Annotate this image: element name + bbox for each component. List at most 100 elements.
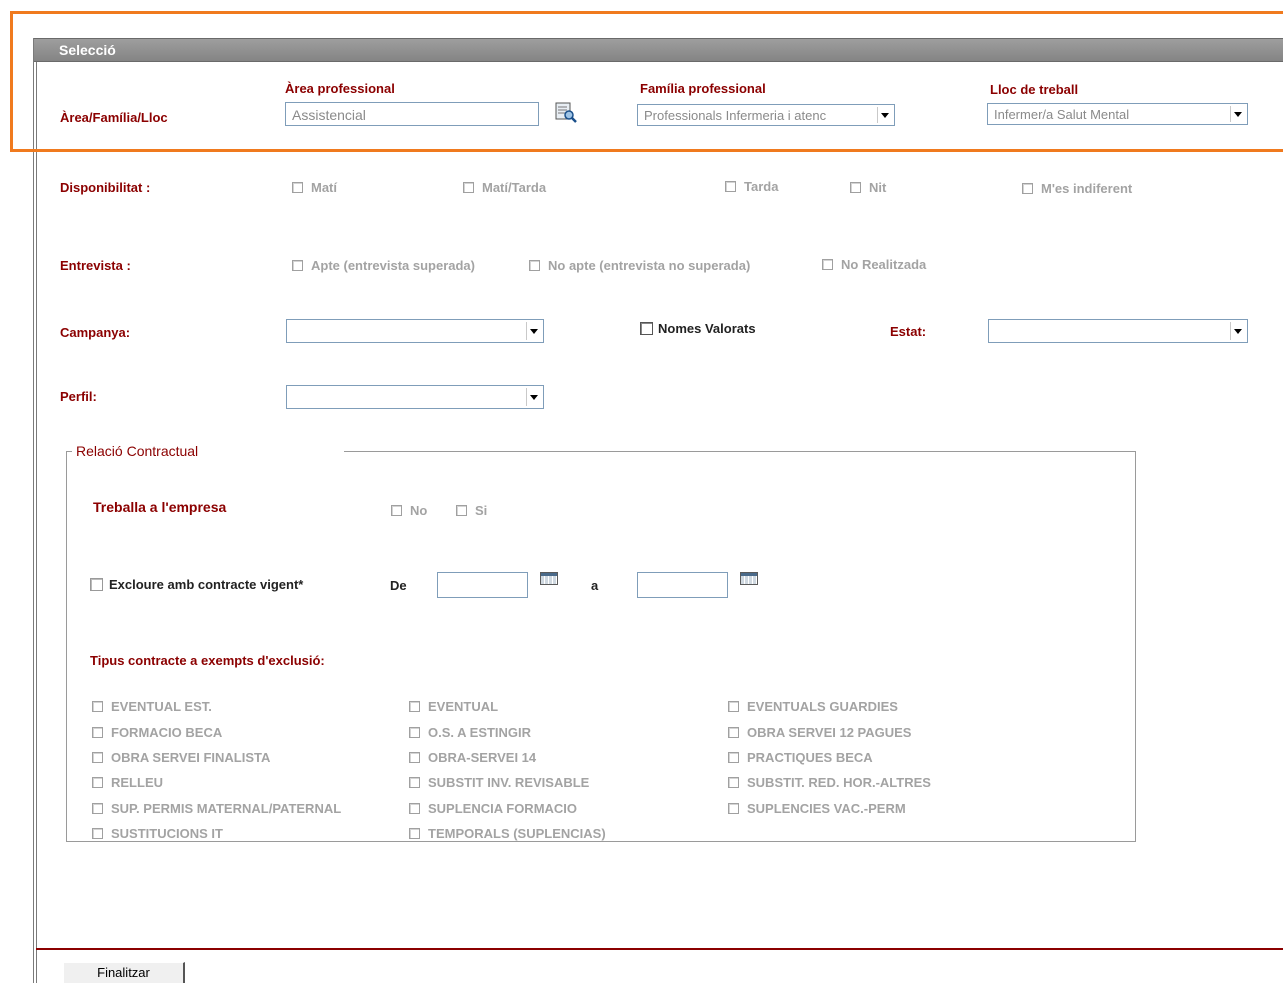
checkbox-icon[interactable] xyxy=(725,181,736,192)
campanya-select[interactable] xyxy=(286,319,544,343)
checkbox-icon[interactable] xyxy=(409,802,420,814)
highlight-box xyxy=(10,11,1283,152)
checkbox-icon[interactable] xyxy=(850,182,861,193)
calendar-icon[interactable] xyxy=(740,572,758,585)
tipus-checkbox[interactable]: SUP. PERMIS MATERNAL/PATERNAL xyxy=(92,796,341,821)
frame-border xyxy=(36,38,37,983)
campanya-label: Campanya: xyxy=(60,325,131,340)
chevron-down-icon[interactable] xyxy=(526,322,541,340)
treballa-no-checkbox[interactable]: No xyxy=(391,503,427,518)
checkbox-label: OBRA SERVEI 12 PAGUES xyxy=(747,724,912,740)
checkbox-label: EVENTUALS GUARDIES xyxy=(747,699,898,715)
tipus-checkbox[interactable]: OBRA SERVEI FINALISTA xyxy=(92,745,341,770)
checkbox-label: SUSTITUCIONS IT xyxy=(111,826,223,842)
tipus-checkbox[interactable]: PRACTIQUES BECA xyxy=(728,745,931,770)
tipus-col-2: EVENTUAL O.S. A ESTINGIR OBRA-SERVEI 14 … xyxy=(409,694,606,846)
frame-border xyxy=(33,38,34,983)
checkbox-icon[interactable] xyxy=(92,777,103,789)
disponibilitat-mati-tarda-checkbox[interactable]: Matí/Tarda xyxy=(463,180,546,195)
checkbox-icon[interactable] xyxy=(456,505,467,516)
checkbox-icon[interactable] xyxy=(90,578,103,591)
checkbox-icon[interactable] xyxy=(728,751,739,763)
checkbox-label: Nit xyxy=(869,180,887,195)
checkbox-icon[interactable] xyxy=(409,726,420,738)
checkbox-icon[interactable] xyxy=(640,322,653,335)
checkbox-icon[interactable] xyxy=(92,726,103,738)
checkbox-icon[interactable] xyxy=(728,777,739,789)
checkbox-icon[interactable] xyxy=(292,260,303,271)
checkbox-icon[interactable] xyxy=(391,505,402,516)
tipus-checkbox[interactable]: OBRA-SERVEI 14 xyxy=(409,745,606,770)
chevron-down-icon[interactable] xyxy=(1230,322,1245,340)
checkbox-label: FORMACIO BECA xyxy=(111,724,223,740)
checkbox-icon[interactable] xyxy=(92,751,103,763)
checkbox-icon[interactable] xyxy=(1022,183,1033,194)
a-label: a xyxy=(591,578,599,593)
checkbox-icon[interactable] xyxy=(92,802,103,814)
tipus-checkbox[interactable]: EVENTUALS GUARDIES xyxy=(728,694,931,719)
tipus-checkbox[interactable]: EVENTUAL EST. xyxy=(92,694,341,719)
treballa-empresa-label: Treballa a l'empresa xyxy=(93,499,227,515)
tipus-contracte-label: Tipus contracte a exempts d'exclusió: xyxy=(90,653,325,668)
disponibilitat-tarda-checkbox[interactable]: Tarda xyxy=(725,179,778,194)
checkbox-label: Apte (entrevista superada) xyxy=(311,258,475,273)
checkbox-icon[interactable] xyxy=(92,701,103,713)
checkbox-label: M'es indiferent xyxy=(1041,181,1133,196)
disponibilitat-mati-checkbox[interactable]: Matí xyxy=(292,180,337,195)
checkbox-icon[interactable] xyxy=(409,828,420,840)
checkbox-icon[interactable] xyxy=(409,777,420,789)
checkbox-icon[interactable] xyxy=(463,182,474,193)
date-from-input[interactable] xyxy=(437,572,528,598)
checkbox-icon[interactable] xyxy=(529,260,540,271)
entrevista-no-apte-checkbox[interactable]: No apte (entrevista no superada) xyxy=(529,258,750,273)
date-to-input[interactable] xyxy=(637,572,728,598)
checkbox-label: Matí/Tarda xyxy=(482,180,547,195)
checkbox-icon[interactable] xyxy=(409,751,420,763)
entrevista-apte-checkbox[interactable]: Apte (entrevista superada) xyxy=(292,258,475,273)
calendar-icon[interactable] xyxy=(540,572,558,585)
tipus-checkbox[interactable]: SUPLENCIA FORMACIO xyxy=(409,796,606,821)
checkbox-label: No Realitzada xyxy=(841,257,927,272)
finalitzar-button[interactable]: Finalitzar xyxy=(63,962,185,983)
entrevista-no-realitzada-checkbox[interactable]: No Realitzada xyxy=(822,257,926,272)
estat-label: Estat: xyxy=(890,324,927,339)
entrevista-label: Entrevista : xyxy=(60,258,131,273)
tipus-checkbox[interactable]: FORMACIO BECA xyxy=(92,719,341,744)
checkbox-icon[interactable] xyxy=(409,701,420,713)
tipus-checkbox[interactable]: SUBSTIT. RED. HOR.-ALTRES xyxy=(728,770,931,795)
checkbox-label: SUPLENCIA FORMACIO xyxy=(428,800,578,816)
disponibilitat-nit-checkbox[interactable]: Nit xyxy=(850,180,886,195)
checkbox-label: RELLEU xyxy=(111,775,163,791)
estat-select[interactable] xyxy=(988,319,1248,343)
checkbox-label: Matí xyxy=(311,180,337,195)
nomes-valorats-checkbox[interactable]: Nomes Valorats xyxy=(640,321,756,336)
checkbox-icon[interactable] xyxy=(92,828,103,840)
chevron-down-icon[interactable] xyxy=(526,388,541,406)
tipus-checkbox[interactable]: SUSTITUCIONS IT xyxy=(92,821,341,846)
checkbox-label: EVENTUAL EST. xyxy=(111,699,212,715)
disponibilitat-indiferent-checkbox[interactable]: M'es indiferent xyxy=(1022,181,1132,196)
excloure-contracte-checkbox[interactable]: Excloure amb contracte vigent* xyxy=(90,577,303,592)
bottom-divider xyxy=(36,948,1283,950)
checkbox-icon[interactable] xyxy=(728,802,739,814)
checkbox-label: No apte (entrevista no superada) xyxy=(548,258,751,273)
tipus-checkbox[interactable]: OBRA SERVEI 12 PAGUES xyxy=(728,719,931,744)
tipus-checkbox[interactable]: TEMPORALS (SUPLENCIAS) xyxy=(409,821,606,846)
disponibilitat-label: Disponibilitat : xyxy=(60,180,151,195)
perfil-label: Perfil: xyxy=(60,389,97,404)
tipus-checkbox[interactable]: O.S. A ESTINGIR xyxy=(409,719,606,744)
tipus-checkbox[interactable]: RELLEU xyxy=(92,770,341,795)
perfil-select[interactable] xyxy=(286,385,544,409)
tipus-checkbox[interactable]: SUPLENCIES VAC.-PERM xyxy=(728,796,931,821)
tipus-checkbox[interactable]: EVENTUAL xyxy=(409,694,606,719)
checkbox-icon[interactable] xyxy=(728,701,739,713)
checkbox-label: Nomes Valorats xyxy=(658,321,756,336)
checkbox-icon[interactable] xyxy=(728,726,739,738)
tipus-checkbox[interactable]: SUBSTIT INV. REVISABLE xyxy=(409,770,606,795)
checkbox-label: EVENTUAL xyxy=(428,699,499,715)
relacio-contractual-legend: Relació Contractual xyxy=(76,443,199,459)
tipus-col-1: EVENTUAL EST. FORMACIO BECA OBRA SERVEI … xyxy=(92,694,341,846)
checkbox-icon[interactable] xyxy=(822,259,833,270)
treballa-si-checkbox[interactable]: Si xyxy=(456,503,487,518)
checkbox-icon[interactable] xyxy=(292,182,303,193)
